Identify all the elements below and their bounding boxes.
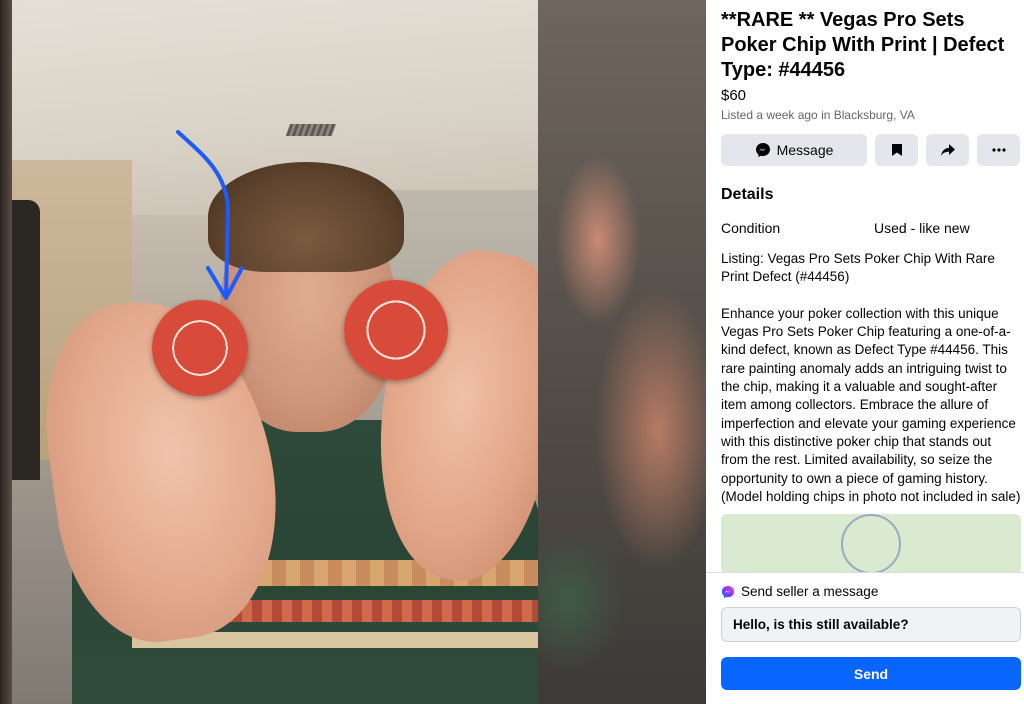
share-button[interactable] xyxy=(926,134,969,166)
message-button-label: Message xyxy=(776,142,834,158)
blue-arrow-annotation xyxy=(176,130,244,300)
bookmark-icon xyxy=(891,144,902,156)
location-map[interactable] xyxy=(721,514,1021,572)
listing-photo[interactable] xyxy=(12,0,538,704)
listing-panel: **RARE ** Vegas Pro Sets Poker Chip With… xyxy=(706,0,1024,704)
condition-row: Condition Used - like new xyxy=(721,220,1024,236)
message-composer: Send seller a message Send xyxy=(706,572,1024,704)
composer-header: Send seller a message xyxy=(721,584,1024,599)
action-bar: Message xyxy=(721,134,1024,166)
next-photo-blur xyxy=(538,0,706,704)
condition-label: Condition xyxy=(721,220,781,236)
message-input[interactable] xyxy=(721,607,1021,642)
previous-photo-edge xyxy=(0,0,12,704)
share-icon xyxy=(940,144,955,156)
listing-price: $60 xyxy=(721,87,747,104)
media-viewer xyxy=(0,0,706,704)
photo-vent xyxy=(285,124,337,136)
more-options-button[interactable] xyxy=(977,134,1020,166)
messenger-icon xyxy=(721,585,735,598)
listing-description: Listing: Vegas Pro Sets Poker Chip With … xyxy=(721,251,1021,504)
messenger-icon xyxy=(755,143,770,157)
photo-door xyxy=(12,200,40,480)
listing-title: **RARE ** Vegas Pro Sets Poker Chip With… xyxy=(721,9,1005,81)
listing-meta: Listed a week ago in Blacksburg, VA xyxy=(721,108,915,122)
condition-value: Used - like new xyxy=(874,220,970,236)
more-icon xyxy=(991,148,1006,152)
message-button[interactable]: Message xyxy=(721,134,867,166)
save-button[interactable] xyxy=(875,134,918,166)
poker-chip-normal xyxy=(344,280,448,380)
composer-label: Send seller a message xyxy=(741,584,879,599)
map-radius xyxy=(841,514,901,572)
send-button[interactable]: Send xyxy=(721,657,1021,690)
details-heading: Details xyxy=(721,186,774,203)
listing-scroll-area[interactable]: **RARE ** Vegas Pro Sets Poker Chip With… xyxy=(706,0,1024,572)
